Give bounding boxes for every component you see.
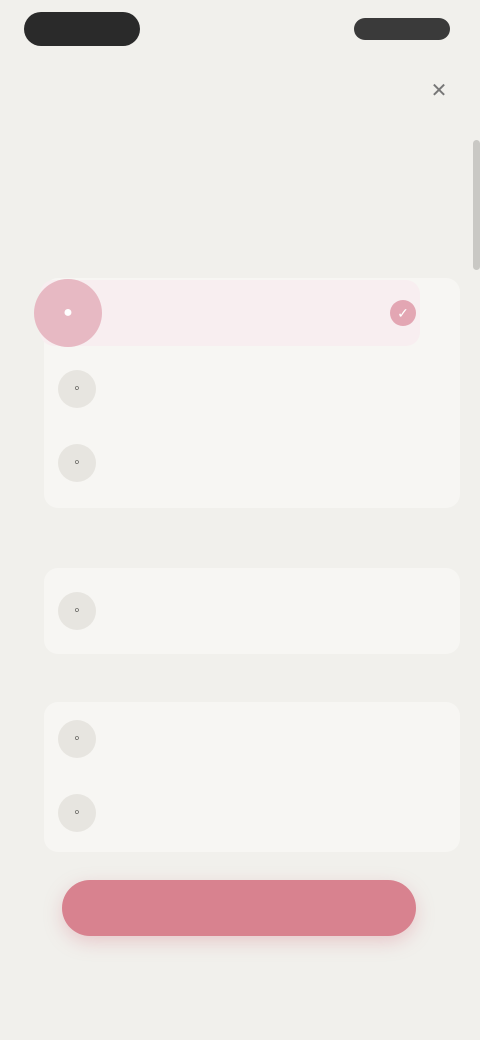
option-row-selected[interactable]: ● ✓ bbox=[34, 279, 420, 347]
option-row[interactable]: ◦ bbox=[44, 356, 460, 422]
option-row[interactable]: ◦ bbox=[44, 430, 460, 496]
section-header bbox=[44, 536, 440, 560]
option-row[interactable]: ◦ bbox=[44, 780, 460, 846]
option-icon: ◦ bbox=[58, 794, 96, 832]
options-card: ◦ ◦ bbox=[44, 702, 460, 852]
option-icon: ● bbox=[34, 279, 102, 347]
close-icon: ✕ bbox=[430, 80, 448, 102]
option-icon: ◦ bbox=[58, 444, 96, 482]
options-card: ◦ bbox=[44, 568, 460, 654]
section-header bbox=[44, 246, 440, 270]
options-card: ● ✓ ◦ ◦ bbox=[34, 278, 460, 508]
option-row[interactable]: ◦ bbox=[44, 706, 460, 772]
close-button[interactable]: ✕ bbox=[426, 78, 452, 104]
check-icon: ✓ bbox=[390, 300, 416, 326]
option-icon: ◦ bbox=[58, 592, 96, 630]
option-icon: ◦ bbox=[58, 720, 96, 758]
status-bar bbox=[0, 0, 480, 64]
status-icons bbox=[354, 18, 450, 40]
section-header bbox=[44, 672, 440, 696]
primary-cta-button[interactable] bbox=[62, 880, 416, 936]
option-row[interactable]: ◦ bbox=[44, 578, 460, 644]
option-icon: ◦ bbox=[58, 370, 96, 408]
scrollbar-thumb[interactable] bbox=[473, 140, 480, 270]
status-time-pill bbox=[24, 12, 140, 46]
